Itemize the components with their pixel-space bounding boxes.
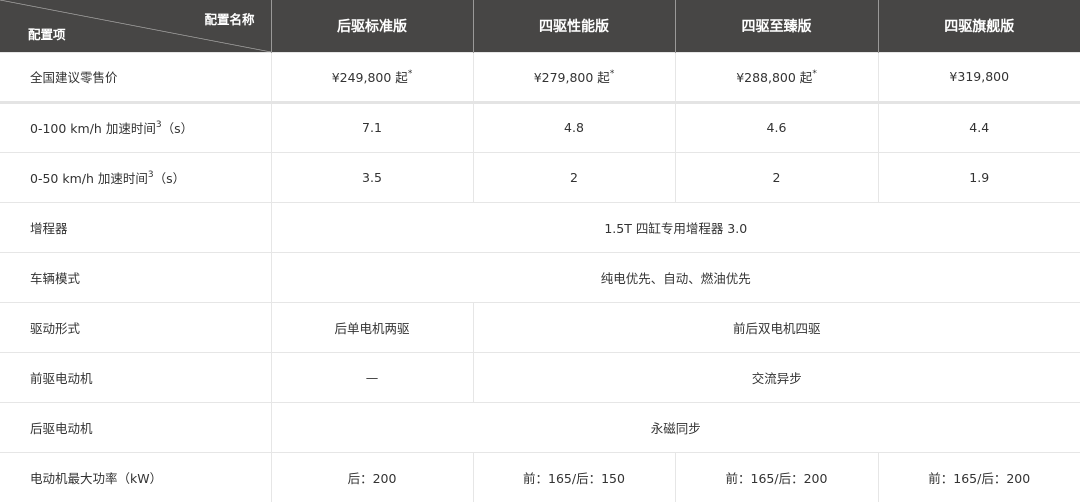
table-row-max-power: 电动机最大功率（kW） 后：200 前：165/后：150 前：165/后：20… [0,451,1080,502]
price-cell: ¥249,800 起* [271,51,474,102]
table-row-range-extender: 增程器 1.5T 四缸专用增程器 3.0 [0,201,1080,252]
table-cell: 1.5T 四缸专用增程器 3.0 [271,201,1080,252]
table-cell: 前后双电机四驱 [473,301,1080,352]
table-cell: 4.4 [878,101,1080,152]
row-label-rear-motor: 后驱电动机 [0,401,272,452]
table-row-acceleration-0-50: 0-50 km/h 加速时间3（s） 3.5 2 2 1.9 [0,151,1080,202]
price-value: ¥249,800 起 [331,70,408,85]
table-cell: 2 [675,151,879,202]
table-row-front-motor: 前驱电动机 — 交流异步 [0,351,1080,402]
row-label-front-motor: 前驱电动机 [0,351,272,402]
row-label-acceleration-0-50: 0-50 km/h 加速时间3（s） [0,151,272,202]
table-cell: 后：200 [271,451,474,502]
label-text: 0-100 km/h 加速时间 [30,121,156,136]
row-label-max-power: 电动机最大功率（kW） [0,451,272,502]
row-label-drive-mode: 车辆模式 [0,251,272,302]
table-cell: 交流异步 [473,351,1080,402]
table-row-drive-type: 驱动形式 后单电机两驱 前后双电机四驱 [0,301,1080,352]
table-row-price: 全国建议零售价 ¥249,800 起* ¥279,800 起* ¥288,800… [0,51,1080,102]
variant-header-awd-performance: 四驱性能版 [473,0,676,52]
table-cell: 3.5 [271,151,474,202]
table-cell: — [271,351,474,402]
price-value: ¥279,800 起 [533,70,610,85]
price-value: ¥288,800 起 [736,70,813,85]
row-label-price: 全国建议零售价 [0,51,272,102]
unit-text: （s） [153,170,186,186]
variant-header-rwd-standard: 后驱标准版 [271,0,474,52]
corner-header-cell: 配置名称 配置项 [0,0,272,52]
row-label-acceleration-0-100: 0-100 km/h 加速时间3（s） [0,101,272,152]
price-cell: ¥319,800 [878,51,1080,102]
price-footnote-mark: * [609,69,615,79]
table-cell: 纯电优先、自动、燃油优先 [271,251,1080,302]
table-row-rear-motor: 后驱电动机 永磁同步 [0,401,1080,452]
price-footnote-mark: * [407,69,413,79]
table-cell: 2 [473,151,676,202]
table-row-drive-mode: 车辆模式 纯电优先、自动、燃油优先 [0,251,1080,302]
config-item-header: 配置项 [28,26,66,42]
table-cell: 后单电机两驱 [271,301,474,352]
price-footnote-mark: * [812,69,817,79]
config-name-header: 配置名称 [204,12,255,27]
price-cell: ¥279,800 起* [473,51,676,102]
table-cell: 前：165/后：200 [675,451,879,502]
price-value: ¥319,800 [949,69,1010,84]
table-cell: 永磁同步 [271,401,1080,452]
table-cell: 7.1 [271,101,474,152]
spec-table: 配置名称 配置项 后驱标准版 四驱性能版 四驱至臻版 四驱旗舰版 全国建议零售价… [0,0,1080,502]
variant-header-awd-premium: 四驱至臻版 [675,0,879,52]
unit-text: （s） [161,121,194,136]
table-cell: 前：165/后：200 [878,451,1080,502]
row-label-drive-type: 驱动形式 [0,301,272,352]
variant-header-awd-flagship: 四驱旗舰版 [878,0,1080,52]
table-cell: 前：165/后：150 [473,451,676,502]
table-cell: 4.6 [675,101,879,152]
row-label-range-extender: 增程器 [0,201,272,252]
table-cell: 4.8 [473,101,676,152]
price-cell: ¥288,800 起* [675,51,879,102]
label-text: 0-50 km/h 加速时间 [30,170,148,186]
table-row-acceleration-0-100: 0-100 km/h 加速时间3（s） 7.1 4.8 4.6 4.4 [0,101,1080,152]
header-row: 配置名称 配置项 后驱标准版 四驱性能版 四驱至臻版 四驱旗舰版 [0,0,1080,52]
table-cell: 1.9 [878,151,1080,202]
